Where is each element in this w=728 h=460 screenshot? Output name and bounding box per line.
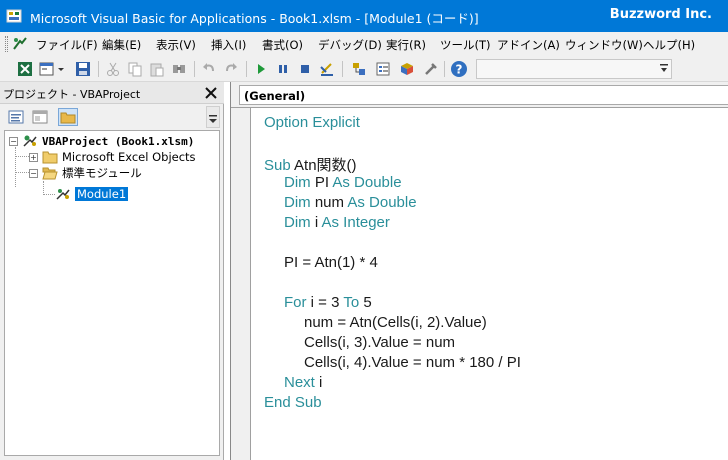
code-line[interactable]: Next i — [284, 374, 322, 394]
redo-icon[interactable] — [222, 60, 240, 78]
tree-connector — [43, 181, 44, 195]
title-bar: Microsoft Visual Basic for Applications … — [0, 0, 728, 32]
project-explorer-panel: プロジェクト - VBAProject − VBAProject (Book1.… — [0, 82, 224, 460]
pause-icon[interactable] — [274, 60, 292, 78]
collapse-icon[interactable]: − — [9, 136, 18, 146]
find-icon[interactable] — [170, 60, 188, 78]
project-explorer-titlebar: プロジェクト - VBAProject — [0, 82, 224, 104]
menu-bar: ファイル(F) 編集(E) 表示(V) 挿入(I) 書式(O) デバッグ(D) … — [0, 32, 728, 56]
tree-node-project[interactable]: − VBAProject (Book1.xlsm) — [9, 133, 194, 149]
object-browser-icon[interactable] — [398, 60, 416, 78]
menu-view[interactable]: 表示(V) — [156, 37, 196, 53]
vba-project-icon — [22, 134, 38, 148]
undo-icon[interactable] — [200, 60, 218, 78]
position-box — [476, 59, 672, 79]
code-line[interactable]: Dim PI As Double — [284, 174, 402, 194]
view-object-icon[interactable] — [30, 108, 50, 126]
project-tree: − VBAProject (Book1.xlsm) + Microsoft Ex… — [4, 130, 220, 456]
tree-label-module1: Module1 — [75, 187, 129, 201]
tree-label-modules-folder: 標準モジュール — [62, 166, 142, 180]
toolbar-separator — [98, 61, 99, 77]
collapse-icon[interactable]: − — [29, 168, 38, 178]
help-icon[interactable]: ? — [450, 60, 468, 78]
folder-icon — [42, 150, 58, 164]
svg-text:?: ? — [456, 63, 463, 77]
code-window: (General) Option Explicit Sub Atn関数() Di… — [230, 82, 728, 460]
tree-connector — [15, 156, 29, 157]
menu-tools[interactable]: ツール(T) — [440, 37, 491, 53]
code-line[interactable]: Option Explicit — [264, 114, 360, 134]
code-line[interactable]: Dim i As Integer — [284, 214, 390, 234]
expand-icon[interactable]: + — [29, 152, 38, 162]
cut-icon[interactable] — [104, 60, 122, 78]
tree-label-project: VBAProject (Book1.xlsm) — [42, 134, 195, 148]
code-line[interactable]: Sub Atn関数() — [264, 154, 357, 174]
code-line[interactable]: Cells(i, 4).Value = num * 180 / PI — [304, 354, 521, 374]
toggle-folders-icon[interactable] — [58, 108, 78, 126]
paste-icon[interactable] — [148, 60, 166, 78]
excel-icon[interactable] — [16, 60, 34, 78]
chevron-down-icon[interactable] — [660, 64, 668, 74]
code-margin[interactable] — [231, 108, 251, 460]
menu-file[interactable]: ファイル(F) — [36, 37, 98, 53]
tree-node-module1[interactable]: Module1 — [55, 186, 129, 202]
menu-window[interactable]: ウィンドウ(W) — [565, 37, 643, 53]
code-line[interactable]: Dim num As Double — [284, 194, 417, 214]
window-title: Microsoft Visual Basic for Applications … — [30, 11, 479, 26]
project-explorer-icon[interactable] — [350, 60, 368, 78]
reset-icon[interactable] — [296, 60, 314, 78]
code-window-header: (General) — [231, 82, 728, 108]
object-combo[interactable]: (General) — [239, 85, 728, 105]
standard-toolbar: ? — [0, 56, 728, 82]
menu-edit[interactable]: 編集(E) — [102, 37, 141, 53]
panel-scroll-button[interactable] — [206, 106, 220, 128]
code-line[interactable]: End Sub — [264, 394, 322, 414]
tree-connector — [15, 147, 16, 187]
project-explorer-title: プロジェクト - VBAProject — [3, 88, 141, 101]
tree-connector — [43, 194, 55, 195]
vba-menu-icon[interactable] — [12, 36, 28, 52]
insert-userform-icon[interactable] — [38, 60, 56, 78]
tree-node-excel-objects[interactable]: + Microsoft Excel Objects — [29, 149, 196, 165]
brand-label: Buzzword Inc. — [609, 7, 712, 22]
menu-insert[interactable]: 挿入(I) — [211, 37, 246, 53]
open-folder-icon — [42, 166, 58, 180]
tree-label-excel-objects: Microsoft Excel Objects — [62, 150, 196, 164]
tree-connector — [15, 172, 29, 173]
toolbox-icon[interactable] — [422, 60, 440, 78]
close-icon[interactable] — [202, 84, 220, 102]
menu-grip[interactable] — [5, 36, 8, 52]
run-icon[interactable] — [252, 60, 270, 78]
project-explorer-toolbar — [0, 104, 224, 130]
toolbar-separator — [342, 61, 343, 77]
toolbar-separator — [246, 61, 247, 77]
menu-debug[interactable]: デバッグ(D) — [318, 37, 382, 53]
toolbar-separator — [194, 61, 195, 77]
module-icon — [55, 187, 71, 201]
code-line[interactable]: num = Atn(Cells(i, 2).Value) — [304, 314, 487, 334]
view-code-icon[interactable] — [6, 108, 26, 126]
userform-dropdown-icon[interactable] — [56, 60, 66, 78]
save-icon[interactable] — [74, 60, 92, 78]
code-editor[interactable]: Option Explicit Sub Atn関数() Dim PI As Do… — [252, 108, 728, 460]
menu-addins[interactable]: アドイン(A) — [497, 37, 560, 53]
object-combo-value: (General) — [244, 89, 306, 103]
code-line[interactable]: Cells(i, 3).Value = num — [304, 334, 455, 354]
copy-icon[interactable] — [126, 60, 144, 78]
toolbar-separator — [444, 61, 445, 77]
code-line[interactable]: For i = 3 To 5 — [284, 294, 372, 314]
menu-run[interactable]: 実行(R) — [386, 37, 426, 53]
design-mode-icon[interactable] — [318, 60, 336, 78]
vba-app-icon — [6, 9, 22, 23]
tree-node-modules-folder[interactable]: − 標準モジュール — [29, 165, 142, 181]
menu-help[interactable]: ヘルプ(H) — [643, 37, 695, 53]
properties-icon[interactable] — [374, 60, 392, 78]
code-line[interactable]: PI = Atn(1) * 4 — [284, 254, 378, 274]
menu-format[interactable]: 書式(O) — [262, 37, 303, 53]
